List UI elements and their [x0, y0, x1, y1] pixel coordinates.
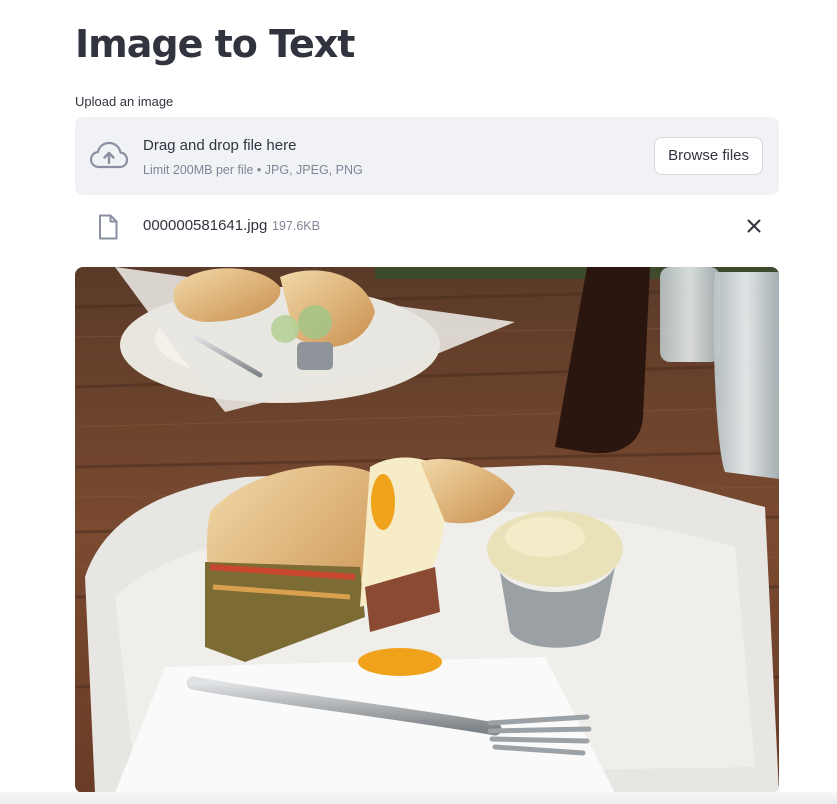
uploaded-file-row: 000000581641.jpg 197.6KB: [75, 208, 779, 244]
food-photo: [75, 267, 779, 793]
close-icon[interactable]: [745, 217, 763, 235]
dropzone-hint: Limit 200MB per file • JPG, JPEG, PNG: [143, 163, 363, 177]
file-size: 197.6KB: [272, 219, 320, 233]
uploaded-image-preview: [75, 267, 779, 793]
cloud-upload-icon: [90, 141, 128, 169]
browse-files-button[interactable]: Browse files: [654, 137, 763, 175]
bottom-edge: [0, 792, 837, 804]
upload-label: Upload an image: [75, 94, 174, 109]
dropzone-title: Drag and drop file here: [143, 137, 297, 154]
file-name: 000000581641.jpg: [143, 217, 268, 234]
page-title: Image to Text: [75, 22, 355, 66]
file-icon: [99, 214, 118, 240]
file-dropzone[interactable]: Drag and drop file here Limit 200MB per …: [75, 117, 779, 195]
